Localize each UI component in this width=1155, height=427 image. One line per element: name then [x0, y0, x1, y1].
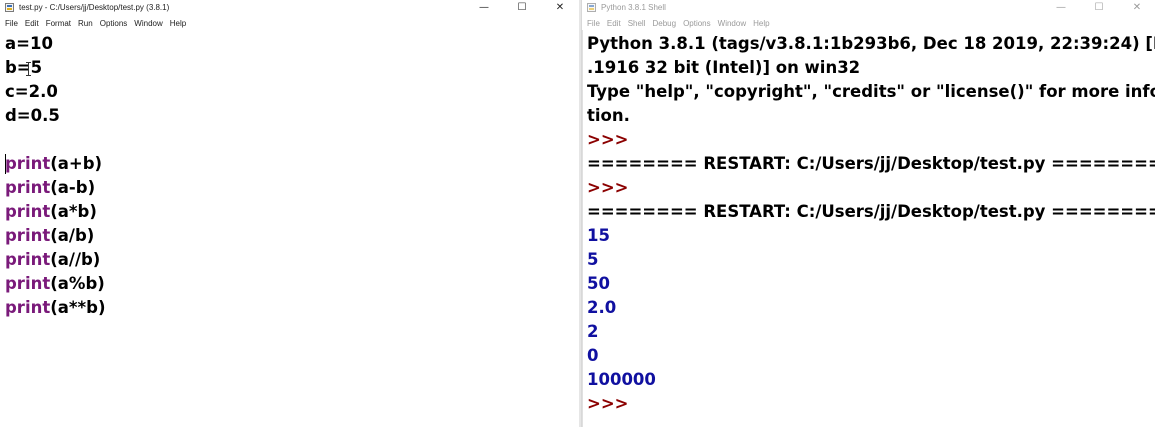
editor-window-controls: — ☐ ✕ [465, 0, 579, 16]
shell-prompt: >>> [587, 178, 629, 197]
maximize-icon[interactable]: ☐ [503, 0, 541, 16]
print-keyword: print [5, 154, 51, 173]
output-line: 50 [587, 274, 610, 293]
menu-format[interactable]: Format [46, 19, 71, 28]
editor-window: test.py - C:/Users/jj/Desktop/test.py (3… [0, 0, 580, 427]
print-line[interactable]: print(a*b) [5, 200, 97, 224]
print-args: (a*b) [50, 202, 97, 221]
print-line[interactable]: print(a+b) [5, 152, 102, 176]
editor-titlebar[interactable]: test.py - C:/Users/jj/Desktop/test.py (3… [0, 0, 579, 16]
menu-window[interactable]: Window [718, 19, 746, 28]
print-keyword: print [5, 178, 51, 197]
output-line: 2.0 [587, 298, 617, 317]
print-args: (a**b) [50, 298, 106, 317]
minimize-icon[interactable]: — [1042, 0, 1080, 16]
banner-line: tion. [587, 106, 630, 125]
print-args: (a-b) [50, 178, 96, 197]
print-line[interactable]: print(a**b) [5, 296, 106, 320]
menu-edit[interactable]: Edit [25, 19, 39, 28]
idle-app-icon [5, 3, 14, 12]
code-line[interactable]: c=2.0 [5, 80, 58, 104]
menu-file[interactable]: File [587, 19, 600, 28]
print-line[interactable]: print(a-b) [5, 176, 95, 200]
shell-title: Python 3.8.1 Shell [601, 3, 666, 12]
menu-window[interactable]: Window [134, 19, 162, 28]
output-line: 15 [587, 226, 610, 245]
shell-menubar: File Edit Shell Debug Options Window Hel… [582, 16, 1155, 30]
menu-edit[interactable]: Edit [607, 19, 621, 28]
menu-help[interactable]: Help [753, 19, 769, 28]
code-line[interactable]: a=10 [5, 32, 53, 56]
shell-window: Python 3.8.1 Shell — ☐ ✕ File Edit Shell… [581, 0, 1155, 427]
restart-line: ======== RESTART: C:/Users/jj/Desktop/te… [587, 202, 1155, 221]
shell-titlebar[interactable]: Python 3.8.1 Shell — ☐ ✕ [582, 0, 1155, 16]
print-line[interactable]: print(a/b) [5, 224, 94, 248]
code-line[interactable]: b=5 [5, 56, 42, 80]
menu-run[interactable]: Run [78, 19, 93, 28]
code-editor[interactable]: a=10 b=5 c=2.0 d=0.5 print(a+b) print(a-… [0, 30, 579, 427]
menu-help[interactable]: Help [170, 19, 186, 28]
print-args: (a//b) [50, 250, 101, 269]
editor-title: test.py - C:/Users/jj/Desktop/test.py (3… [19, 3, 170, 12]
menu-options[interactable]: Options [683, 19, 711, 28]
print-args: (a/b) [50, 226, 95, 245]
shell-prompt: >>> [587, 130, 629, 149]
restart-line: ======== RESTART: C:/Users/jj/Desktop/te… [587, 154, 1155, 173]
output-line: 2 [587, 322, 599, 341]
banner-line: .1916 32 bit (Intel)] on win32 [587, 58, 861, 77]
text-cursor [5, 154, 6, 174]
menu-file[interactable]: File [5, 19, 18, 28]
output-line: 5 [587, 250, 599, 269]
close-icon[interactable]: ✕ [541, 0, 579, 16]
print-args: (a%b) [50, 274, 105, 293]
close-icon[interactable]: ✕ [1118, 0, 1155, 16]
output-line: 100000 [587, 370, 656, 389]
idle-app-icon [587, 3, 596, 12]
menu-shell[interactable]: Shell [628, 19, 646, 28]
shell-window-controls: — ☐ ✕ [1042, 0, 1155, 16]
shell-prompt-active[interactable]: >>> [587, 392, 628, 416]
ibeam-cursor-icon [26, 62, 32, 76]
maximize-icon[interactable]: ☐ [1080, 0, 1118, 16]
print-keyword: print [5, 202, 51, 221]
print-keyword: print [5, 274, 51, 293]
code-line[interactable]: d=0.5 [5, 104, 60, 128]
shell-output-area[interactable]: Python 3.8.1 (tags/v3.8.1:1b293b6, Dec 1… [582, 30, 1155, 427]
minimize-icon[interactable]: — [465, 0, 503, 16]
print-line[interactable]: print(a%b) [5, 272, 105, 296]
print-keyword: print [5, 226, 51, 245]
print-line[interactable]: print(a//b) [5, 248, 100, 272]
print-keyword: print [5, 250, 51, 269]
output-line: 0 [587, 346, 599, 365]
editor-menubar: File Edit Format Run Options Window Help [0, 16, 579, 30]
print-args: (a+b) [50, 154, 103, 173]
print-keyword: print [5, 298, 51, 317]
banner-line: Python 3.8.1 (tags/v3.8.1:1b293b6, Dec 1… [587, 34, 1155, 53]
banner-line: Type "help", "copyright", "credits" or "… [587, 82, 1155, 101]
menu-debug[interactable]: Debug [652, 19, 676, 28]
menu-options[interactable]: Options [100, 19, 128, 28]
